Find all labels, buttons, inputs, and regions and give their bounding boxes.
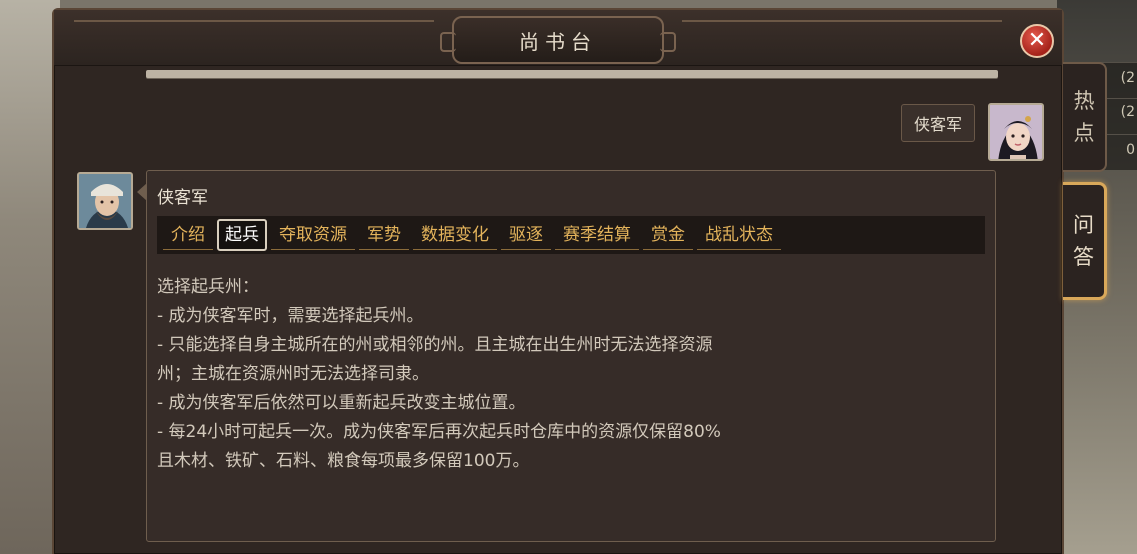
title-plate: 尚书台 (440, 16, 676, 64)
content-line: - 每24小时可起兵一次。成为侠客军后再次起兵时仓库中的资源仅保留80% (157, 422, 721, 442)
background-number: (2 (1120, 104, 1135, 120)
close-icon: ✕ (1027, 28, 1047, 53)
tab-hot-topics[interactable]: 热 点 (1063, 62, 1107, 172)
male-portrait-icon (79, 174, 131, 228)
tab-hot-label-2: 点 (1073, 121, 1095, 145)
content-line: - 只能选择自身主城所在的州或相邻的州。且主城在出生州时无法选择资源 (157, 335, 713, 355)
message-bubble: 侠客军 介绍 起兵 夺取资源 军势 数据变化 驱逐 赛季结算 赏金 战乱状态 选… (137, 170, 996, 542)
user-question-bubble[interactable]: 侠客军 (901, 104, 976, 142)
tab-war-status[interactable]: 战乱状态 (697, 221, 781, 250)
tab-hot-label-1: 热 (1073, 89, 1095, 113)
user-question-text: 侠客军 (914, 115, 963, 134)
tab-intro[interactable]: 介绍 (163, 221, 213, 250)
advisor-avatar-female (988, 103, 1044, 161)
sender-name: 侠客军 (157, 188, 208, 208)
topic-tab-bar: 介绍 起兵 夺取资源 军势 数据变化 驱逐 赛季结算 赏金 战乱状态 (157, 216, 985, 254)
bubble-pointer (137, 183, 147, 201)
sender-avatar-male (77, 172, 133, 230)
answer-content: 选择起兵州： - 成为侠客军时，需要选择起兵州。 - 只能选择自身主城所在的州或… (157, 273, 977, 476)
content-line: - 成为侠客军时，需要选择起兵州。 (157, 306, 424, 326)
window-title: 尚书台 (519, 29, 597, 54)
tab-raise-troops[interactable]: 起兵 (217, 219, 267, 251)
background-number: 0 (1126, 142, 1135, 158)
header-decoration (74, 20, 434, 22)
content-line: - 成为侠客军后依然可以重新起兵改变主城位置。 (157, 393, 526, 413)
content-line: 选择起兵州： (157, 277, 259, 297)
tab-seize-resources[interactable]: 夺取资源 (271, 221, 355, 250)
tab-season-settlement[interactable]: 赛季结算 (555, 221, 639, 250)
tab-data-changes[interactable]: 数据变化 (413, 221, 497, 250)
female-portrait-icon (990, 105, 1042, 159)
scroll-edge-bar (146, 70, 998, 78)
background-map-left (0, 0, 60, 554)
tab-qa[interactable]: 问 答 (1063, 182, 1107, 300)
tab-qa-label-2: 答 (1073, 245, 1094, 269)
content-line: 且木材、铁矿、石料、粮食每项最多保留100万。 (157, 451, 530, 471)
close-button[interactable]: ✕ (1020, 24, 1054, 58)
background-number: (2 (1120, 70, 1135, 86)
tab-expel[interactable]: 驱逐 (501, 221, 551, 250)
tab-bounty[interactable]: 赏金 (643, 221, 693, 250)
tab-army-power[interactable]: 军势 (359, 221, 409, 250)
tab-qa-label-1: 问 (1073, 213, 1094, 237)
content-line: 州；主城在资源州时无法选择司隶。 (157, 364, 429, 384)
header-decoration (682, 20, 1002, 22)
